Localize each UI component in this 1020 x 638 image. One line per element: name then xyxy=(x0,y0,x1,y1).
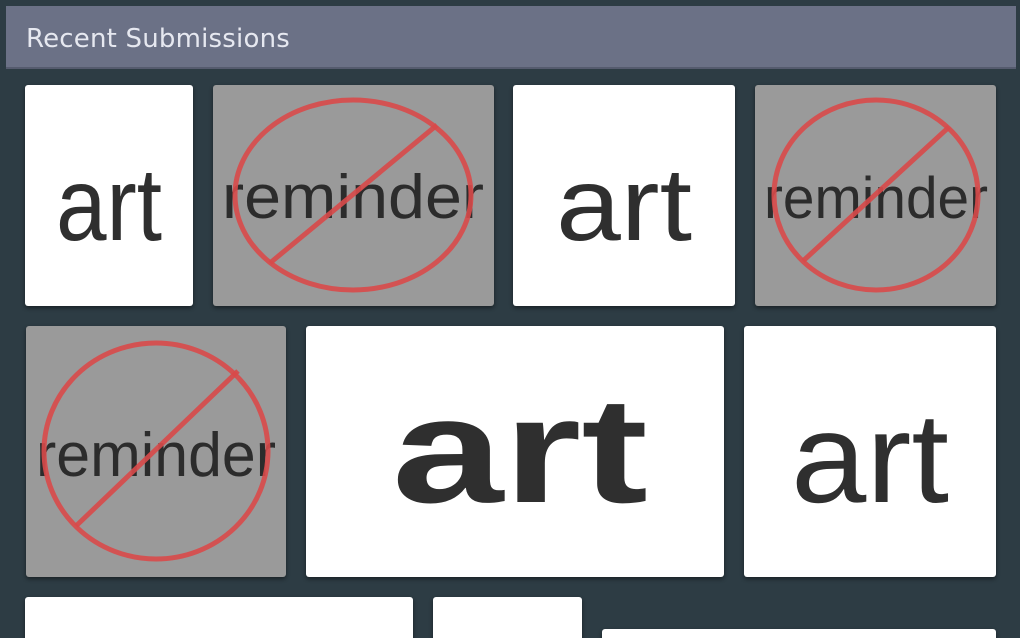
panel-title: Recent Submissions xyxy=(26,24,291,54)
no-reminder-image: reminder xyxy=(764,97,988,293)
no-reminder-image: reminder xyxy=(36,340,276,562)
art-label: art xyxy=(56,147,162,263)
submission-thumb-art-1[interactable]: art xyxy=(25,85,193,306)
submission-thumb-reminder-2[interactable]: reminder xyxy=(755,85,996,306)
art-image: art xyxy=(556,147,692,263)
submission-thumb-7[interactable] xyxy=(602,629,996,638)
recent-submissions-window: Recent Submissions art reminder art remi… xyxy=(0,0,1020,638)
art-label: art xyxy=(392,366,648,534)
submission-thumb-6[interactable] xyxy=(433,597,582,638)
submission-thumb-art-3[interactable]: art xyxy=(306,326,724,577)
art-label: art xyxy=(791,387,949,530)
art-image: art xyxy=(56,147,162,263)
reminder-label: reminder xyxy=(36,421,276,490)
art-image: art xyxy=(392,366,648,534)
panel-header: Recent Submissions xyxy=(6,6,1016,69)
submission-thumb-reminder-3[interactable]: reminder xyxy=(26,326,286,577)
submission-thumb-5[interactable] xyxy=(25,597,413,638)
no-reminder-image: reminder xyxy=(222,97,484,293)
art-image: art xyxy=(791,387,949,530)
submission-thumb-art-2[interactable]: art xyxy=(513,85,735,306)
submission-thumb-art-4[interactable]: art xyxy=(744,326,996,577)
submission-thumb-reminder-1[interactable]: reminder xyxy=(213,85,494,306)
reminder-label: reminder xyxy=(764,166,988,231)
art-label: art xyxy=(556,147,692,263)
